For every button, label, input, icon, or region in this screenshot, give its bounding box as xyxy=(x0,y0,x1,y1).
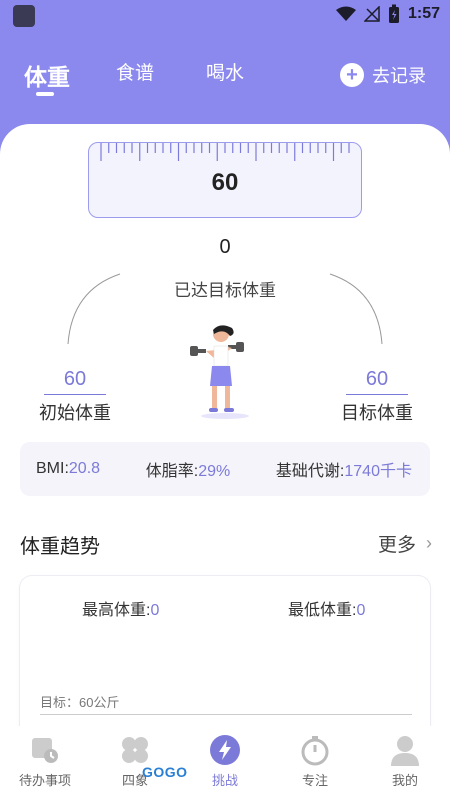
stopwatch-icon xyxy=(301,736,329,766)
plus-icon: + xyxy=(340,63,364,87)
weight-ruler[interactable]: 60 xyxy=(88,142,362,218)
initial-weight-value: 60 xyxy=(44,368,106,395)
target-weight[interactable]: 60 目标体重 xyxy=(322,368,432,425)
initial-weight-label: 初始体重 xyxy=(39,403,111,423)
quadrant-icon xyxy=(122,737,148,763)
nav-focus[interactable]: 专注 xyxy=(270,726,360,800)
record-button[interactable]: + 去记录 xyxy=(340,62,426,88)
wifi-icon xyxy=(335,6,356,21)
tab-weight[interactable]: 体重 xyxy=(24,58,70,92)
max-weight-label: 最高体重: xyxy=(82,602,151,619)
body-fat-value: 29% xyxy=(198,463,231,480)
todo-icon xyxy=(32,738,58,763)
more-link[interactable]: 更多 › xyxy=(378,530,432,557)
body-fat-label: 体脂率: xyxy=(145,463,199,480)
nav-todo[interactable]: 待办事项 xyxy=(0,726,90,800)
min-weight-label: 最低体重: xyxy=(288,602,357,619)
target-weight-value: 60 xyxy=(346,368,408,395)
workout-figure-icon xyxy=(190,325,249,419)
main-card: 60 0 已达目标体重 60 初始体重 60 目标体重 BMI:20.8 体脂率… xyxy=(0,124,450,800)
min-weight-value: 0 xyxy=(356,602,366,619)
trend-card: 最高体重:0 最低体重:0 目标：60公斤 xyxy=(20,576,430,746)
chevron-right-icon: › xyxy=(426,533,432,553)
bmr-metric: 基础代谢:1740千卡 xyxy=(276,457,412,481)
battery-icon xyxy=(388,4,399,23)
ruler-value: 60 xyxy=(211,169,239,196)
min-weight: 最低体重:0 xyxy=(288,596,365,620)
goal-text: 目标：60公斤 xyxy=(40,695,120,710)
tab-recipes[interactable]: 食谱 xyxy=(116,58,154,85)
body-fat-metric: 体脂率:29% xyxy=(146,457,230,481)
no-signal-icon xyxy=(363,6,380,22)
status-icons: 1:57 xyxy=(335,4,440,24)
bottom-nav: 待办事项 四象 挑战 专注 我的 xyxy=(0,726,450,800)
nav-focus-label: 专注 xyxy=(301,773,328,788)
initial-weight: 60 初始体重 xyxy=(20,368,130,425)
bmr-value: 1740千卡 xyxy=(344,463,412,480)
metrics-bar: BMI:20.8 体脂率:29% 基础代谢:1740千卡 xyxy=(20,442,430,496)
user-icon xyxy=(391,736,419,766)
watermark-logo: GOGO xyxy=(142,764,188,780)
nav-challenge-label: 挑战 xyxy=(211,773,238,788)
lightning-icon xyxy=(210,735,240,765)
bmi-label: BMI: xyxy=(36,460,69,477)
nav-todo-label: 待办事项 xyxy=(18,773,71,788)
ruler-ticks xyxy=(100,143,350,161)
nav-challenge[interactable]: 挑战 xyxy=(180,726,270,800)
nav-profile-label: 我的 xyxy=(391,773,418,788)
status-time: 1:57 xyxy=(407,5,440,22)
target-weight-label: 目标体重 xyxy=(341,403,413,423)
bmr-label: 基础代谢: xyxy=(275,463,345,480)
max-weight-value: 0 xyxy=(150,602,160,619)
trend-title: 体重趋势 xyxy=(20,536,100,558)
tab-water[interactable]: 喝水 xyxy=(206,58,244,85)
top-tabs: 体重 食谱 喝水 + 去记录 xyxy=(0,48,450,108)
bmi-metric: BMI:20.8 xyxy=(36,460,100,478)
app-notification-icon xyxy=(13,5,35,27)
nav-quadrant[interactable]: 四象 xyxy=(90,726,180,800)
more-label: 更多 xyxy=(377,535,416,556)
record-button-label: 去记录 xyxy=(372,66,426,86)
goal-line xyxy=(40,714,412,715)
status-bar: 1:57 xyxy=(0,0,450,32)
bmi-value: 20.8 xyxy=(68,460,101,477)
max-weight: 最高体重:0 xyxy=(82,596,159,620)
nav-profile[interactable]: 我的 xyxy=(360,726,450,800)
tab-indicator xyxy=(36,92,54,96)
progress-value: 0 xyxy=(219,236,231,258)
